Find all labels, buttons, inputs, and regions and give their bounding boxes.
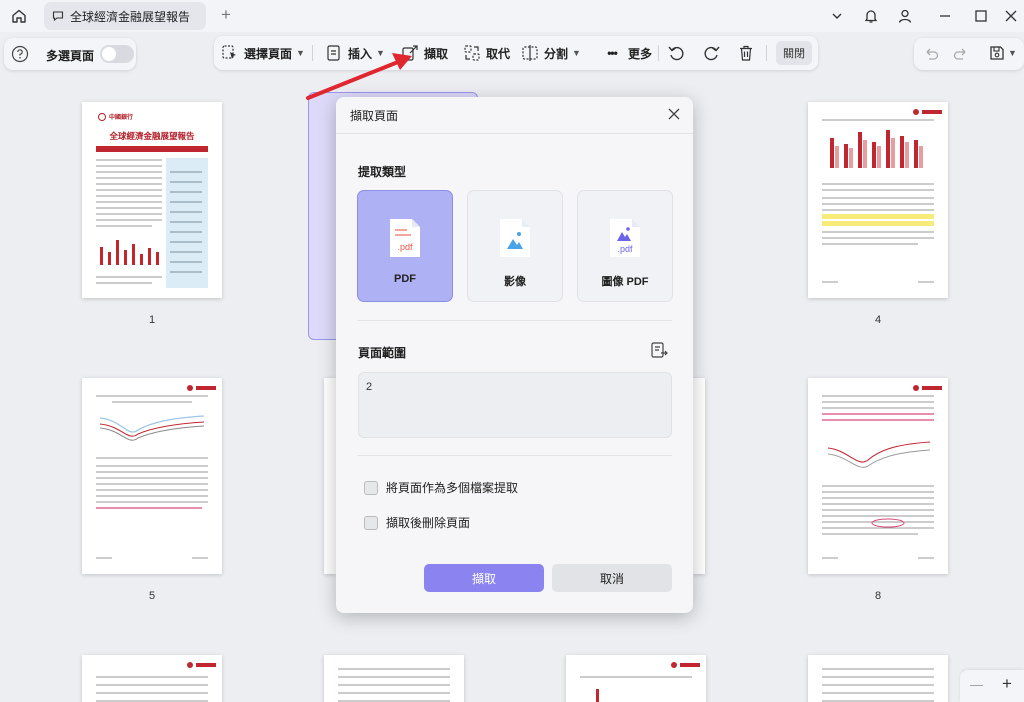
zoom-in-button[interactable]: + <box>1002 674 1012 694</box>
zoom-out-button[interactable]: — <box>970 677 983 692</box>
annotation-arrow <box>306 53 412 100</box>
zoom-control: — + <box>960 670 1024 702</box>
